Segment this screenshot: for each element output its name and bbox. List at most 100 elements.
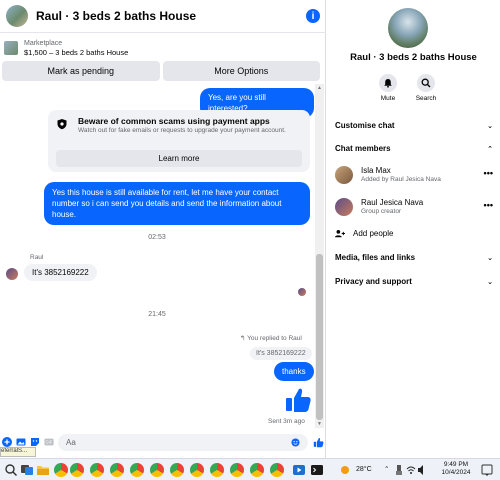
add-people-button[interactable]: Add people <box>335 229 393 238</box>
media-files-label: Media, files and links <box>335 253 416 262</box>
terminal-icon[interactable] <box>310 463 324 477</box>
listing-actions: Mark as pending More Options <box>2 61 320 81</box>
message-input-placeholder: Aa <box>66 437 76 447</box>
listing-avatar[interactable] <box>6 5 28 27</box>
member-name: Isla Max <box>361 166 391 175</box>
screen: Raul · 3 beds 2 baths House i Marketplac… <box>0 0 500 480</box>
listing-price: $1,500 – 3 beds 2 baths House <box>24 47 129 57</box>
chrome-icon[interactable] <box>250 463 264 477</box>
chevron-down-icon: ⌄ <box>487 278 493 286</box>
notice-subtitle: Watch out for fake emails or requests to… <box>78 127 286 134</box>
reply-note-text: You replied to Raul <box>247 335 302 342</box>
add-people-label: Add people <box>353 229 394 238</box>
read-receipt-avatar <box>298 288 306 296</box>
chrome-icon[interactable] <box>130 463 144 477</box>
message-outgoing: Yes this house is still available for re… <box>44 182 310 225</box>
sent-status: Sent 3m ago <box>268 418 305 425</box>
chat-pane: Raul · 3 beds 2 baths House i Marketplac… <box>0 0 326 458</box>
info-icon[interactable]: i <box>306 9 320 23</box>
scam-notice: Beware of common scams using payment app… <box>48 110 310 172</box>
volume-icon[interactable] <box>417 463 427 477</box>
wifi-icon[interactable] <box>406 463 416 477</box>
more-options-icon[interactable]: ••• <box>484 168 493 178</box>
clock[interactable]: 9:49 PM 10/4/2024 <box>440 461 472 477</box>
chat-members-section[interactable]: Chat members ⌃ <box>335 144 493 153</box>
member-row[interactable]: Raul Jesica Nava Group creator ••• <box>335 196 493 220</box>
chat-title[interactable]: Raul · 3 beds 2 baths House <box>36 9 306 23</box>
chevron-down-icon: ⌄ <box>487 122 493 130</box>
chrome-icon[interactable] <box>210 463 224 477</box>
notice-title: Beware of common scams using payment app… <box>78 116 270 126</box>
composer: GIF Aa <box>0 430 326 454</box>
chat-scrollbar[interactable]: ▲ ▼ <box>315 84 324 428</box>
mark-pending-button[interactable]: Mark as pending <box>2 61 160 81</box>
learn-more-button[interactable]: Learn more <box>56 150 302 167</box>
chrome-icon[interactable] <box>70 463 84 477</box>
temperature[interactable]: 28°C <box>356 466 372 473</box>
message-outgoing: thanks <box>274 362 314 381</box>
chrome-icon[interactable] <box>54 463 68 477</box>
gif-icon[interactable]: GIF <box>44 437 54 447</box>
avatar <box>335 166 353 184</box>
customise-chat-section[interactable]: Customise chat ⌄ <box>335 121 493 130</box>
search-button[interactable] <box>417 74 435 92</box>
chrome-icon[interactable] <box>230 463 244 477</box>
clock-time: 9:49 PM <box>443 461 469 468</box>
notification-icon[interactable] <box>480 463 494 477</box>
chrome-icon[interactable] <box>270 463 284 477</box>
mute-button[interactable] <box>379 74 397 92</box>
scrollbar-thumb[interactable] <box>316 254 323 420</box>
scroll-up-icon[interactable]: ▲ <box>316 85 323 91</box>
task-view-icon[interactable] <box>20 463 34 477</box>
image-icon[interactable] <box>16 437 26 447</box>
more-options-icon[interactable]: ••• <box>484 200 493 210</box>
marketplace-banner[interactable]: Marketplace $1,500 – 3 beds 2 baths Hous… <box>0 36 326 60</box>
add-person-icon <box>335 230 345 238</box>
chrome-icon[interactable] <box>110 463 124 477</box>
bell-icon <box>384 79 392 88</box>
reply-note: ↰ You replied to Raul <box>240 334 302 342</box>
member-subtitle: Added by Raul Jesica Nava <box>361 176 441 183</box>
windows-taskbar: 28°C ⌃ 9:49 PM 10/4/2024 <box>0 458 500 480</box>
chrome-icon[interactable] <box>90 463 104 477</box>
tray-chevron-icon[interactable]: ⌃ <box>384 465 389 473</box>
usb-icon[interactable] <box>394 463 404 477</box>
sender-avatar[interactable] <box>6 268 18 280</box>
like-button-icon[interactable] <box>312 436 324 448</box>
chevron-up-icon: ⌃ <box>487 145 493 153</box>
shield-icon <box>57 119 67 130</box>
sticker-icon[interactable] <box>30 437 40 447</box>
listing-thumbnail <box>4 41 18 55</box>
message-list: Yes, are you still interested? Beware of… <box>0 84 314 428</box>
scroll-down-icon[interactable]: ▼ <box>316 421 323 427</box>
reply-quote: It's 3852169222 <box>250 347 312 360</box>
chat-avatar[interactable] <box>388 8 428 48</box>
chrome-icon[interactable] <box>190 463 204 477</box>
media-player-icon[interactable] <box>292 463 306 477</box>
chrome-icon[interactable] <box>150 463 164 477</box>
chat-header: Raul · 3 beds 2 baths House i <box>0 0 326 33</box>
weather-icon[interactable] <box>338 463 352 477</box>
media-files-section[interactable]: Media, files and links ⌄ <box>335 253 493 262</box>
member-name: Raul Jesica Nava <box>361 198 424 207</box>
sender-name: Raul <box>30 254 44 261</box>
clock-date: 10/4/2024 <box>441 469 471 476</box>
member-subtitle: Group creator <box>361 208 402 215</box>
message-input[interactable]: Aa <box>58 433 308 451</box>
member-row[interactable]: Isla Max Added by Raul Jesica Nava ••• <box>335 164 493 188</box>
referral-tooltip: eferralS... <box>0 447 36 457</box>
mute-label: Mute <box>380 95 396 102</box>
emoji-icon[interactable] <box>291 437 300 447</box>
search-icon[interactable] <box>4 463 18 477</box>
message-incoming: It's 3852169222 <box>24 264 97 281</box>
plus-icon[interactable] <box>2 437 12 447</box>
chevron-down-icon: ⌄ <box>487 254 493 262</box>
more-options-button[interactable]: More Options <box>162 61 320 81</box>
search-label: Search <box>415 95 437 102</box>
marketplace-label: Marketplace <box>24 39 63 47</box>
file-explorer-icon[interactable] <box>36 463 50 477</box>
chat-info-pane: Raul · 3 beds 2 baths House Mute Search … <box>327 0 500 458</box>
chat-info-title: Raul · 3 beds 2 baths House <box>350 52 477 63</box>
chrome-icon[interactable] <box>170 463 184 477</box>
privacy-support-section[interactable]: Privacy and support ⌄ <box>335 277 493 286</box>
